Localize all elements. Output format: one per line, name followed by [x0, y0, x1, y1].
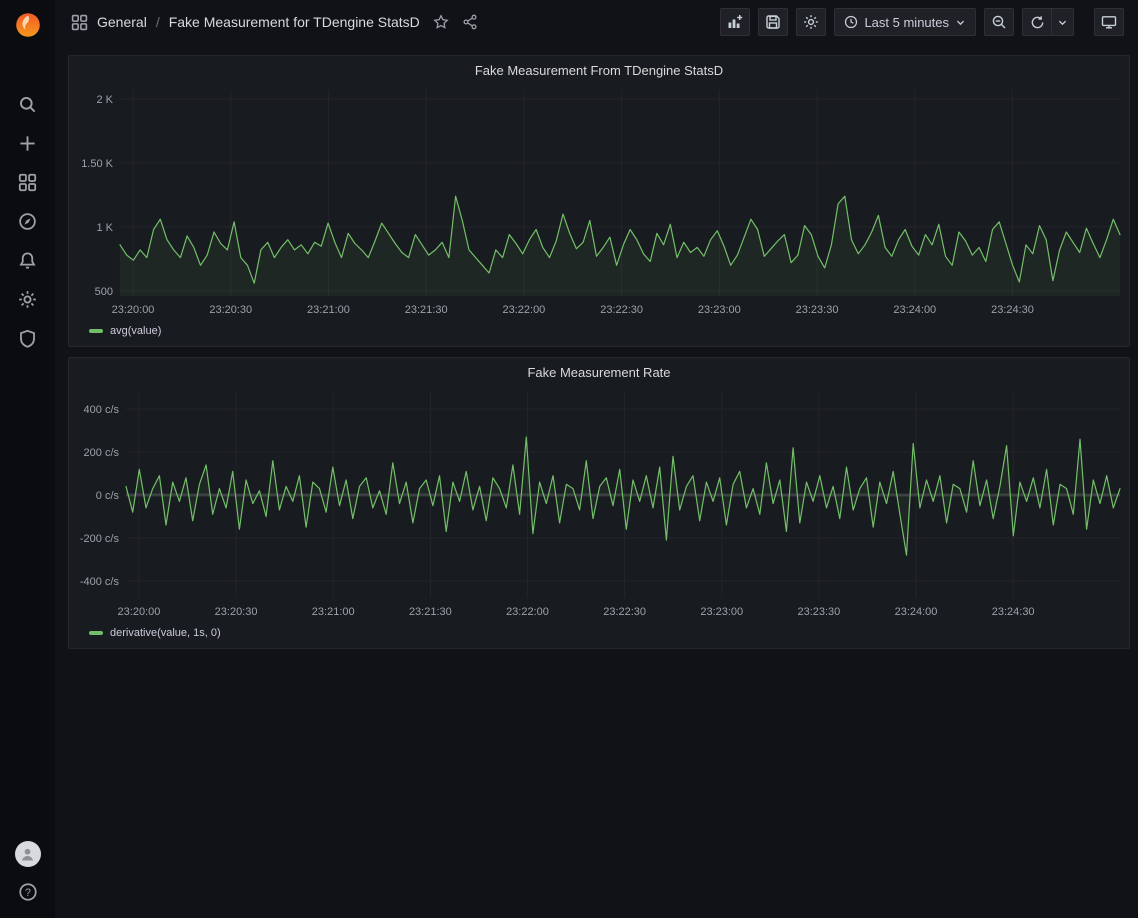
plus-icon: [18, 134, 37, 153]
save-icon: [765, 14, 781, 30]
sidebar-item-configuration[interactable]: [15, 287, 41, 311]
gear-icon: [18, 290, 37, 309]
svg-text:23:24:00: 23:24:00: [893, 304, 936, 316]
refresh-button-group: [1022, 8, 1074, 36]
legend-series-label: avg(value): [110, 325, 161, 337]
time-range-label: Last 5 minutes: [864, 15, 949, 30]
share-button[interactable]: [462, 14, 478, 30]
svg-text:23:22:00: 23:22:00: [506, 606, 549, 618]
svg-text:23:24:30: 23:24:30: [992, 606, 1035, 618]
top-bar: General / Fake Measurement for TDengine …: [55, 0, 1138, 44]
time-series-chart[interactable]: 500 1 K 1.50 K 2 K 23:20:00 23:20:30 23:21:00 2…: [69, 84, 1129, 322]
chevron-down-icon: [955, 17, 966, 28]
gear-icon: [803, 14, 819, 30]
grafana-logo[interactable]: [11, 8, 45, 42]
svg-text:1.50 K: 1.50 K: [81, 158, 113, 170]
svg-text:23:20:00: 23:20:00: [112, 304, 155, 316]
svg-text:-400 c/s: -400 c/s: [80, 576, 120, 588]
svg-text:1 K: 1 K: [96, 222, 113, 234]
panel-fake-measurement-rate: Fake Measurement Rate 400 c/s 200 c/s 0 c/…: [68, 357, 1130, 649]
zoom-out-button[interactable]: [984, 8, 1014, 36]
dashboard-settings-button[interactable]: [796, 8, 826, 36]
svg-text:23:22:30: 23:22:30: [600, 304, 643, 316]
breadcrumb: General / Fake Measurement for TDengine …: [71, 14, 478, 31]
refresh-interval-dropdown[interactable]: [1052, 8, 1074, 36]
svg-text:23:24:30: 23:24:30: [991, 304, 1034, 316]
kiosk-mode-button[interactable]: [1094, 8, 1124, 36]
svg-text:400 c/s: 400 c/s: [84, 404, 120, 416]
apps-grid-icon: [71, 14, 88, 31]
favorite-button[interactable]: [433, 14, 449, 30]
refresh-icon: [1030, 15, 1045, 30]
svg-text:-200 c/s: -200 c/s: [80, 533, 120, 545]
svg-text:23:22:00: 23:22:00: [502, 304, 545, 316]
zoom-out-icon: [991, 14, 1007, 30]
svg-text:23:24:00: 23:24:00: [895, 606, 938, 618]
svg-text:0 c/s: 0 c/s: [96, 490, 120, 502]
svg-text:200 c/s: 200 c/s: [84, 447, 120, 459]
svg-text:23:21:30: 23:21:30: [405, 304, 448, 316]
sidebar-item-explore[interactable]: [15, 209, 41, 233]
refresh-button[interactable]: [1022, 8, 1052, 36]
chevron-down-icon: [1057, 17, 1068, 28]
share-icon: [462, 14, 478, 30]
grafana-flame-icon: [13, 10, 43, 40]
svg-text:23:23:30: 23:23:30: [797, 606, 840, 618]
clock-icon: [844, 15, 858, 29]
compass-icon: [18, 212, 37, 231]
time-range-picker[interactable]: Last 5 minutes: [834, 8, 976, 36]
svg-text:23:23:00: 23:23:00: [700, 606, 743, 618]
shield-icon: [18, 329, 37, 348]
add-panel-button[interactable]: [720, 8, 750, 36]
svg-text:500: 500: [95, 286, 113, 298]
svg-text:23:20:30: 23:20:30: [209, 304, 252, 316]
svg-text:23:21:00: 23:21:00: [312, 606, 355, 618]
legend-series-swatch: [89, 329, 103, 333]
sidebar-item-server-admin[interactable]: [15, 326, 41, 350]
svg-text:23:20:30: 23:20:30: [215, 606, 258, 618]
svg-text:?: ?: [25, 887, 31, 899]
svg-text:23:23:30: 23:23:30: [796, 304, 839, 316]
sidebar-item-dashboards[interactable]: [15, 170, 41, 194]
breadcrumb-title[interactable]: Fake Measurement for TDengine StatsD: [169, 14, 420, 30]
user-icon: [19, 846, 36, 863]
dashboards-grid-icon: [18, 173, 37, 192]
svg-text:23:23:00: 23:23:00: [698, 304, 741, 316]
legend-item[interactable]: derivative(value, 1s, 0): [69, 624, 1129, 648]
add-panel-icon: [727, 14, 743, 30]
grafana-app: ? General / Fake Measurement for TDengin…: [0, 0, 1138, 918]
panel-title[interactable]: Fake Measurement Rate: [69, 358, 1129, 386]
legend-item[interactable]: avg(value): [69, 322, 1129, 346]
sidebar: ?: [0, 0, 55, 918]
user-avatar[interactable]: [15, 841, 41, 867]
svg-text:23:21:00: 23:21:00: [307, 304, 350, 316]
save-dashboard-button[interactable]: [758, 8, 788, 36]
svg-text:23:21:30: 23:21:30: [409, 606, 452, 618]
top-bar-actions: Last 5 minutes: [720, 8, 1124, 36]
star-icon: [433, 14, 449, 30]
tv-monitor-icon: [1101, 14, 1117, 30]
sidebar-item-search[interactable]: [15, 92, 41, 116]
bell-icon: [18, 251, 37, 270]
breadcrumb-section[interactable]: General: [97, 14, 147, 30]
panel-title[interactable]: Fake Measurement From TDengine StatsD: [69, 56, 1129, 84]
breadcrumb-separator: /: [156, 14, 160, 30]
svg-text:23:20:00: 23:20:00: [118, 606, 161, 618]
search-icon: [18, 95, 37, 114]
legend-series-swatch: [89, 631, 103, 635]
sidebar-item-create[interactable]: [15, 131, 41, 155]
question-circle-icon: ?: [18, 882, 38, 902]
sidebar-bottom: ?: [15, 841, 41, 904]
svg-text:2 K: 2 K: [96, 94, 113, 106]
sidebar-item-alerting[interactable]: [15, 248, 41, 272]
legend-series-label: derivative(value, 1s, 0): [110, 627, 221, 639]
time-series-chart[interactable]: 400 c/s 200 c/s 0 c/s -200 c/s -400 c/s 23:20…: [69, 386, 1129, 624]
dashboard-content: Fake Measurement From TDengine StatsD 50…: [55, 44, 1138, 667]
svg-text:23:22:30: 23:22:30: [603, 606, 646, 618]
sidebar-nav: [15, 92, 41, 350]
panel-fake-measurement: Fake Measurement From TDengine StatsD 50…: [68, 55, 1130, 347]
help-button[interactable]: ?: [15, 880, 41, 904]
main-area: General / Fake Measurement for TDengine …: [55, 0, 1138, 918]
dashboards-icon-button[interactable]: [71, 14, 88, 31]
